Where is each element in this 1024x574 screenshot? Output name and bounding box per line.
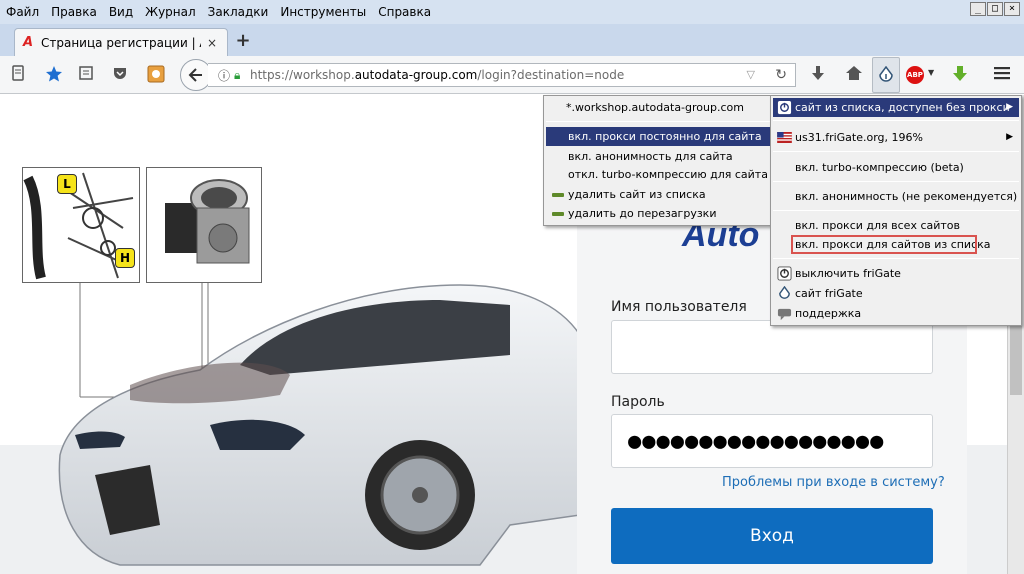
menu-help[interactable]: Справка <box>372 5 437 19</box>
reload-icon[interactable]: ↻ <box>775 67 787 83</box>
menu-bookmarks[interactable]: Закладки <box>202 5 275 19</box>
download-arrow-icon[interactable] <box>808 65 828 85</box>
frigate-separator <box>773 120 1019 121</box>
frigate-turbo[interactable]: вкл. turbo-компрессию (beta) <box>773 158 1019 177</box>
menu-tools[interactable]: Инструменты <box>274 5 372 19</box>
power-icon <box>777 100 792 115</box>
frigate-disable[interactable]: выключить friGate <box>773 264 1019 283</box>
info-icon[interactable]: ⓘ <box>218 67 234 84</box>
lock-icon: 🔒︎ <box>234 67 241 82</box>
frigate-website[interactable]: сайт friGate <box>773 284 1019 303</box>
frigate-server[interactable]: us31.friGate.org, 196% ▶ <box>773 128 1019 147</box>
green-bar-icon <box>552 212 564 216</box>
frigate-proxy-list[interactable]: вкл. прокси для сайтов из списка <box>773 235 1019 254</box>
frigate-menu: сайт из списка, доступен без прокси ▶ us… <box>770 95 1022 326</box>
maximize-button[interactable]: □ <box>987 2 1003 16</box>
frigate-support[interactable]: поддержка <box>773 304 1019 323</box>
tab-title: Страница регистрации | Autoda <box>41 35 201 50</box>
us-flag-icon <box>777 132 792 143</box>
frigate-proxy-all[interactable]: вкл. прокси для всех сайтов <box>773 216 1019 235</box>
adblock-plus-icon[interactable]: ABP <box>906 66 924 84</box>
frigate-separator <box>773 258 1019 259</box>
reader-icon[interactable] <box>76 65 96 85</box>
password-label: Пароль <box>611 394 665 410</box>
nav-bar: ⓘ 🔒︎ https://workshop.autodata-group.com… <box>0 56 1024 94</box>
ident-icon[interactable] <box>8 65 28 85</box>
hamburger-menu-icon[interactable] <box>992 65 1012 85</box>
url-text[interactable]: https://workshop.autodata-group.com/logi… <box>250 68 624 82</box>
menu-history[interactable]: Журнал <box>139 5 202 19</box>
tab-registration[interactable]: A Страница регистрации | Autoda × <box>14 28 228 56</box>
green-download-icon[interactable] <box>950 65 970 85</box>
frigate-separator <box>773 210 1019 211</box>
site-submenu: *.workshop.autodata-group.com вкл. прокс… <box>543 95 774 226</box>
frigate-icon <box>779 286 790 299</box>
close-tab-icon[interactable]: × <box>207 36 217 50</box>
menu-view[interactable]: Вид <box>103 5 139 19</box>
menu-file[interactable]: Файл <box>0 5 45 19</box>
frigate-site-status[interactable]: сайт из списка, доступен без прокси ▶ <box>773 98 1019 117</box>
frigate-button[interactable] <box>872 57 900 93</box>
new-tab-button[interactable]: + <box>232 30 254 52</box>
menu-edit[interactable]: Правка <box>45 5 103 19</box>
submenu-remove-until-restart[interactable]: удалить до перезагрузки <box>546 204 771 223</box>
login-problems-link[interactable]: Проблемы при входе в систему? <box>722 475 945 490</box>
url-bar[interactable]: ⓘ 🔒︎ https://workshop.autodata-group.com… <box>208 63 796 87</box>
submenu-arrow-icon: ▶ <box>1006 102 1013 112</box>
submenu-arrow-icon: ▶ <box>1006 132 1013 142</box>
power-icon <box>777 266 792 281</box>
submenu-proxy-always[interactable]: вкл. прокси постоянно для сайта <box>546 127 771 146</box>
highlight-box <box>791 235 977 254</box>
window-controls: _ □ × <box>970 2 1020 16</box>
star-icon[interactable] <box>44 65 64 85</box>
tab-strip: A Страница регистрации | Autoda × + <box>0 24 1024 56</box>
frigate-separator <box>773 151 1019 152</box>
pocket-icon[interactable] <box>110 65 130 85</box>
username-field[interactable] <box>611 320 933 374</box>
password-value: ●●●●●●●●●●●●●●●●●● <box>628 429 885 454</box>
car-illustration <box>58 284 581 566</box>
url-dropdown-icon[interactable]: ▽ <box>747 68 755 81</box>
password-field[interactable]: ●●●●●●●●●●●●●●●●●● <box>611 414 933 468</box>
abp-dropdown-icon[interactable]: ▼ <box>928 68 934 77</box>
close-window-button[interactable]: × <box>1004 2 1020 16</box>
submenu-domain: *.workshop.autodata-group.com <box>566 101 744 114</box>
menu-bar: Файл Правка Вид Журнал Закладки Инструме… <box>0 0 1024 24</box>
username-label: Имя пользователя <box>611 299 747 315</box>
speech-bubble-icon <box>777 308 792 321</box>
submenu-remove-site[interactable]: удалить сайт из списка <box>546 185 771 204</box>
green-bar-icon <box>552 193 564 197</box>
login-button[interactable]: Вход <box>611 508 933 564</box>
submenu-anonymity[interactable]: вкл. анонимность для сайта <box>546 147 771 166</box>
home-icon[interactable] <box>844 65 864 85</box>
submenu-separator <box>546 121 771 122</box>
frigate-anonymity[interactable]: вкл. анонимность (не рекомендуется) <box>773 187 1019 206</box>
frigate-separator <box>773 181 1019 182</box>
submenu-turbo-off[interactable]: откл. turbo-компрессию для сайта <box>546 165 771 184</box>
minimize-button[interactable]: _ <box>970 2 986 16</box>
autodata-favicon-icon: A <box>23 35 34 50</box>
addon-icon[interactable] <box>146 65 166 85</box>
frigate-icon <box>879 65 893 82</box>
